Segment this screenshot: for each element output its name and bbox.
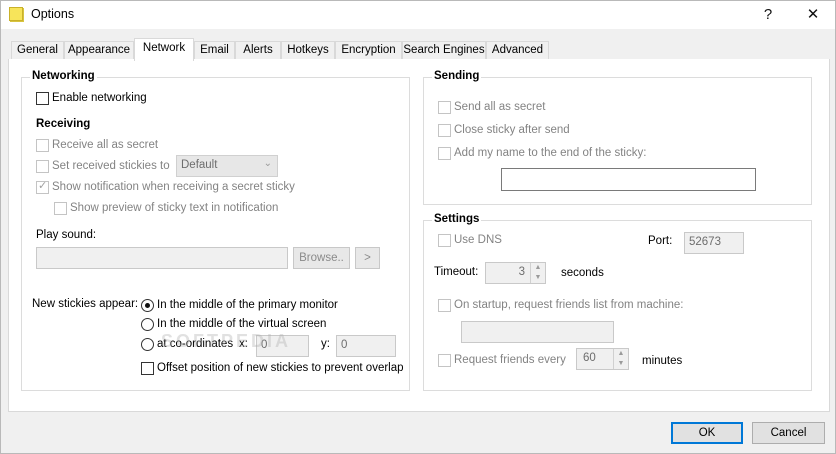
- received-type-value: Default: [181, 159, 218, 171]
- settings-group-title: Settings: [432, 213, 482, 225]
- checkmark-icon: ✓: [38, 180, 48, 192]
- use-dns-checkbox[interactable]: [438, 234, 451, 247]
- sender-name-input[interactable]: [501, 168, 756, 191]
- play-sound-label: Play sound:: [36, 229, 97, 241]
- play-sound-input[interactable]: [36, 247, 288, 269]
- watermark: SOFTPEDIA: [161, 331, 292, 351]
- set-received-label[interactable]: Set received stickies to: [52, 160, 170, 172]
- port-input[interactable]: 52673: [684, 232, 744, 254]
- sticky-note-icon: [9, 7, 23, 21]
- close-button[interactable]: ✕: [798, 4, 828, 26]
- options-window: Options ? ✕ General Appearance Network E…: [0, 0, 836, 454]
- receiving-heading: Receiving: [36, 118, 91, 130]
- sending-group-title: Sending: [432, 70, 482, 82]
- spin-up-icon[interactable]: ▲: [531, 263, 545, 273]
- window-title: Options: [31, 7, 75, 21]
- timeout-label: Timeout:: [434, 266, 479, 278]
- radio-virtual-screen[interactable]: [141, 318, 154, 331]
- timeout-value: 3: [518, 266, 525, 278]
- timeout-unit: seconds: [561, 267, 604, 279]
- offset-position-checkbox[interactable]: [141, 362, 154, 375]
- radio-primary-monitor-label[interactable]: In the middle of the primary monitor: [157, 299, 338, 311]
- play-sound-button[interactable]: >: [355, 247, 380, 269]
- tab-advanced[interactable]: Advanced: [486, 41, 549, 60]
- close-after-send-checkbox[interactable]: [438, 124, 451, 137]
- tab-encryption[interactable]: Encryption: [335, 41, 402, 60]
- radio-primary-monitor[interactable]: [141, 299, 154, 312]
- port-label: Port:: [648, 235, 673, 247]
- show-notification-label[interactable]: Show notification when receiving a secre…: [52, 181, 295, 193]
- y-label: y:: [321, 338, 330, 350]
- close-after-send-label[interactable]: Close sticky after send: [454, 124, 570, 136]
- show-preview-label[interactable]: Show preview of sticky text in notificat…: [70, 202, 278, 214]
- title-bar: Options ? ✕: [1, 1, 835, 29]
- receive-all-secret-checkbox[interactable]: [36, 139, 49, 152]
- send-all-secret-checkbox[interactable]: [438, 101, 451, 114]
- set-received-checkbox[interactable]: [36, 160, 49, 173]
- startup-request-checkbox[interactable]: [438, 299, 451, 312]
- radio-virtual-screen-label[interactable]: In the middle of the virtual screen: [157, 318, 326, 330]
- browse-button[interactable]: Browse..: [293, 247, 350, 269]
- tab-search-engines[interactable]: Search Engines: [402, 41, 486, 60]
- request-friends-label[interactable]: Request friends every: [454, 354, 566, 366]
- tab-general[interactable]: General: [11, 41, 64, 60]
- y-coordinate-input[interactable]: 0: [336, 335, 396, 357]
- spin-up-icon[interactable]: ▲: [614, 349, 628, 359]
- friends-machine-input[interactable]: [461, 321, 614, 343]
- tab-email[interactable]: Email: [194, 41, 235, 60]
- request-friends-checkbox[interactable]: [438, 354, 451, 367]
- add-name-checkbox[interactable]: [438, 147, 451, 160]
- chevron-down-icon: ⌄: [263, 158, 272, 169]
- offset-position-label[interactable]: Offset position of new stickies to preve…: [157, 362, 404, 374]
- enable-networking-checkbox[interactable]: [36, 92, 49, 105]
- cancel-button[interactable]: Cancel: [752, 422, 825, 444]
- spin-down-icon[interactable]: ▼: [614, 359, 628, 369]
- use-dns-label[interactable]: Use DNS: [454, 234, 502, 246]
- radio-coordinates[interactable]: [141, 338, 154, 351]
- request-interval-spinner[interactable]: ▲ ▼: [613, 349, 628, 369]
- tab-network[interactable]: Network: [134, 38, 194, 61]
- show-notification-checkbox[interactable]: ✓: [36, 180, 49, 194]
- send-all-secret-label[interactable]: Send all as secret: [454, 101, 545, 113]
- request-interval-value: 60: [583, 352, 596, 364]
- request-interval-unit: minutes: [642, 355, 683, 367]
- startup-request-label[interactable]: On startup, request friends list from ma…: [454, 299, 683, 311]
- tab-hotkeys[interactable]: Hotkeys: [281, 41, 335, 60]
- enable-networking-label[interactable]: Enable networking: [52, 92, 147, 104]
- networking-group-title: Networking: [30, 70, 97, 82]
- spin-down-icon[interactable]: ▼: [531, 273, 545, 283]
- help-button[interactable]: ?: [753, 4, 783, 26]
- received-type-select[interactable]: Default ⌄: [176, 155, 278, 177]
- tab-appearance[interactable]: Appearance: [64, 41, 134, 60]
- show-preview-checkbox[interactable]: [54, 202, 67, 215]
- tab-alerts[interactable]: Alerts: [235, 41, 281, 60]
- add-name-label[interactable]: Add my name to the end of the sticky:: [454, 147, 646, 159]
- ok-button[interactable]: OK: [671, 422, 743, 444]
- timeout-spinner[interactable]: ▲ ▼: [530, 263, 545, 283]
- radio-selected-dot: [145, 303, 150, 308]
- receive-all-secret-label[interactable]: Receive all as secret: [52, 139, 158, 151]
- new-stickies-label: New stickies appear:: [32, 298, 139, 310]
